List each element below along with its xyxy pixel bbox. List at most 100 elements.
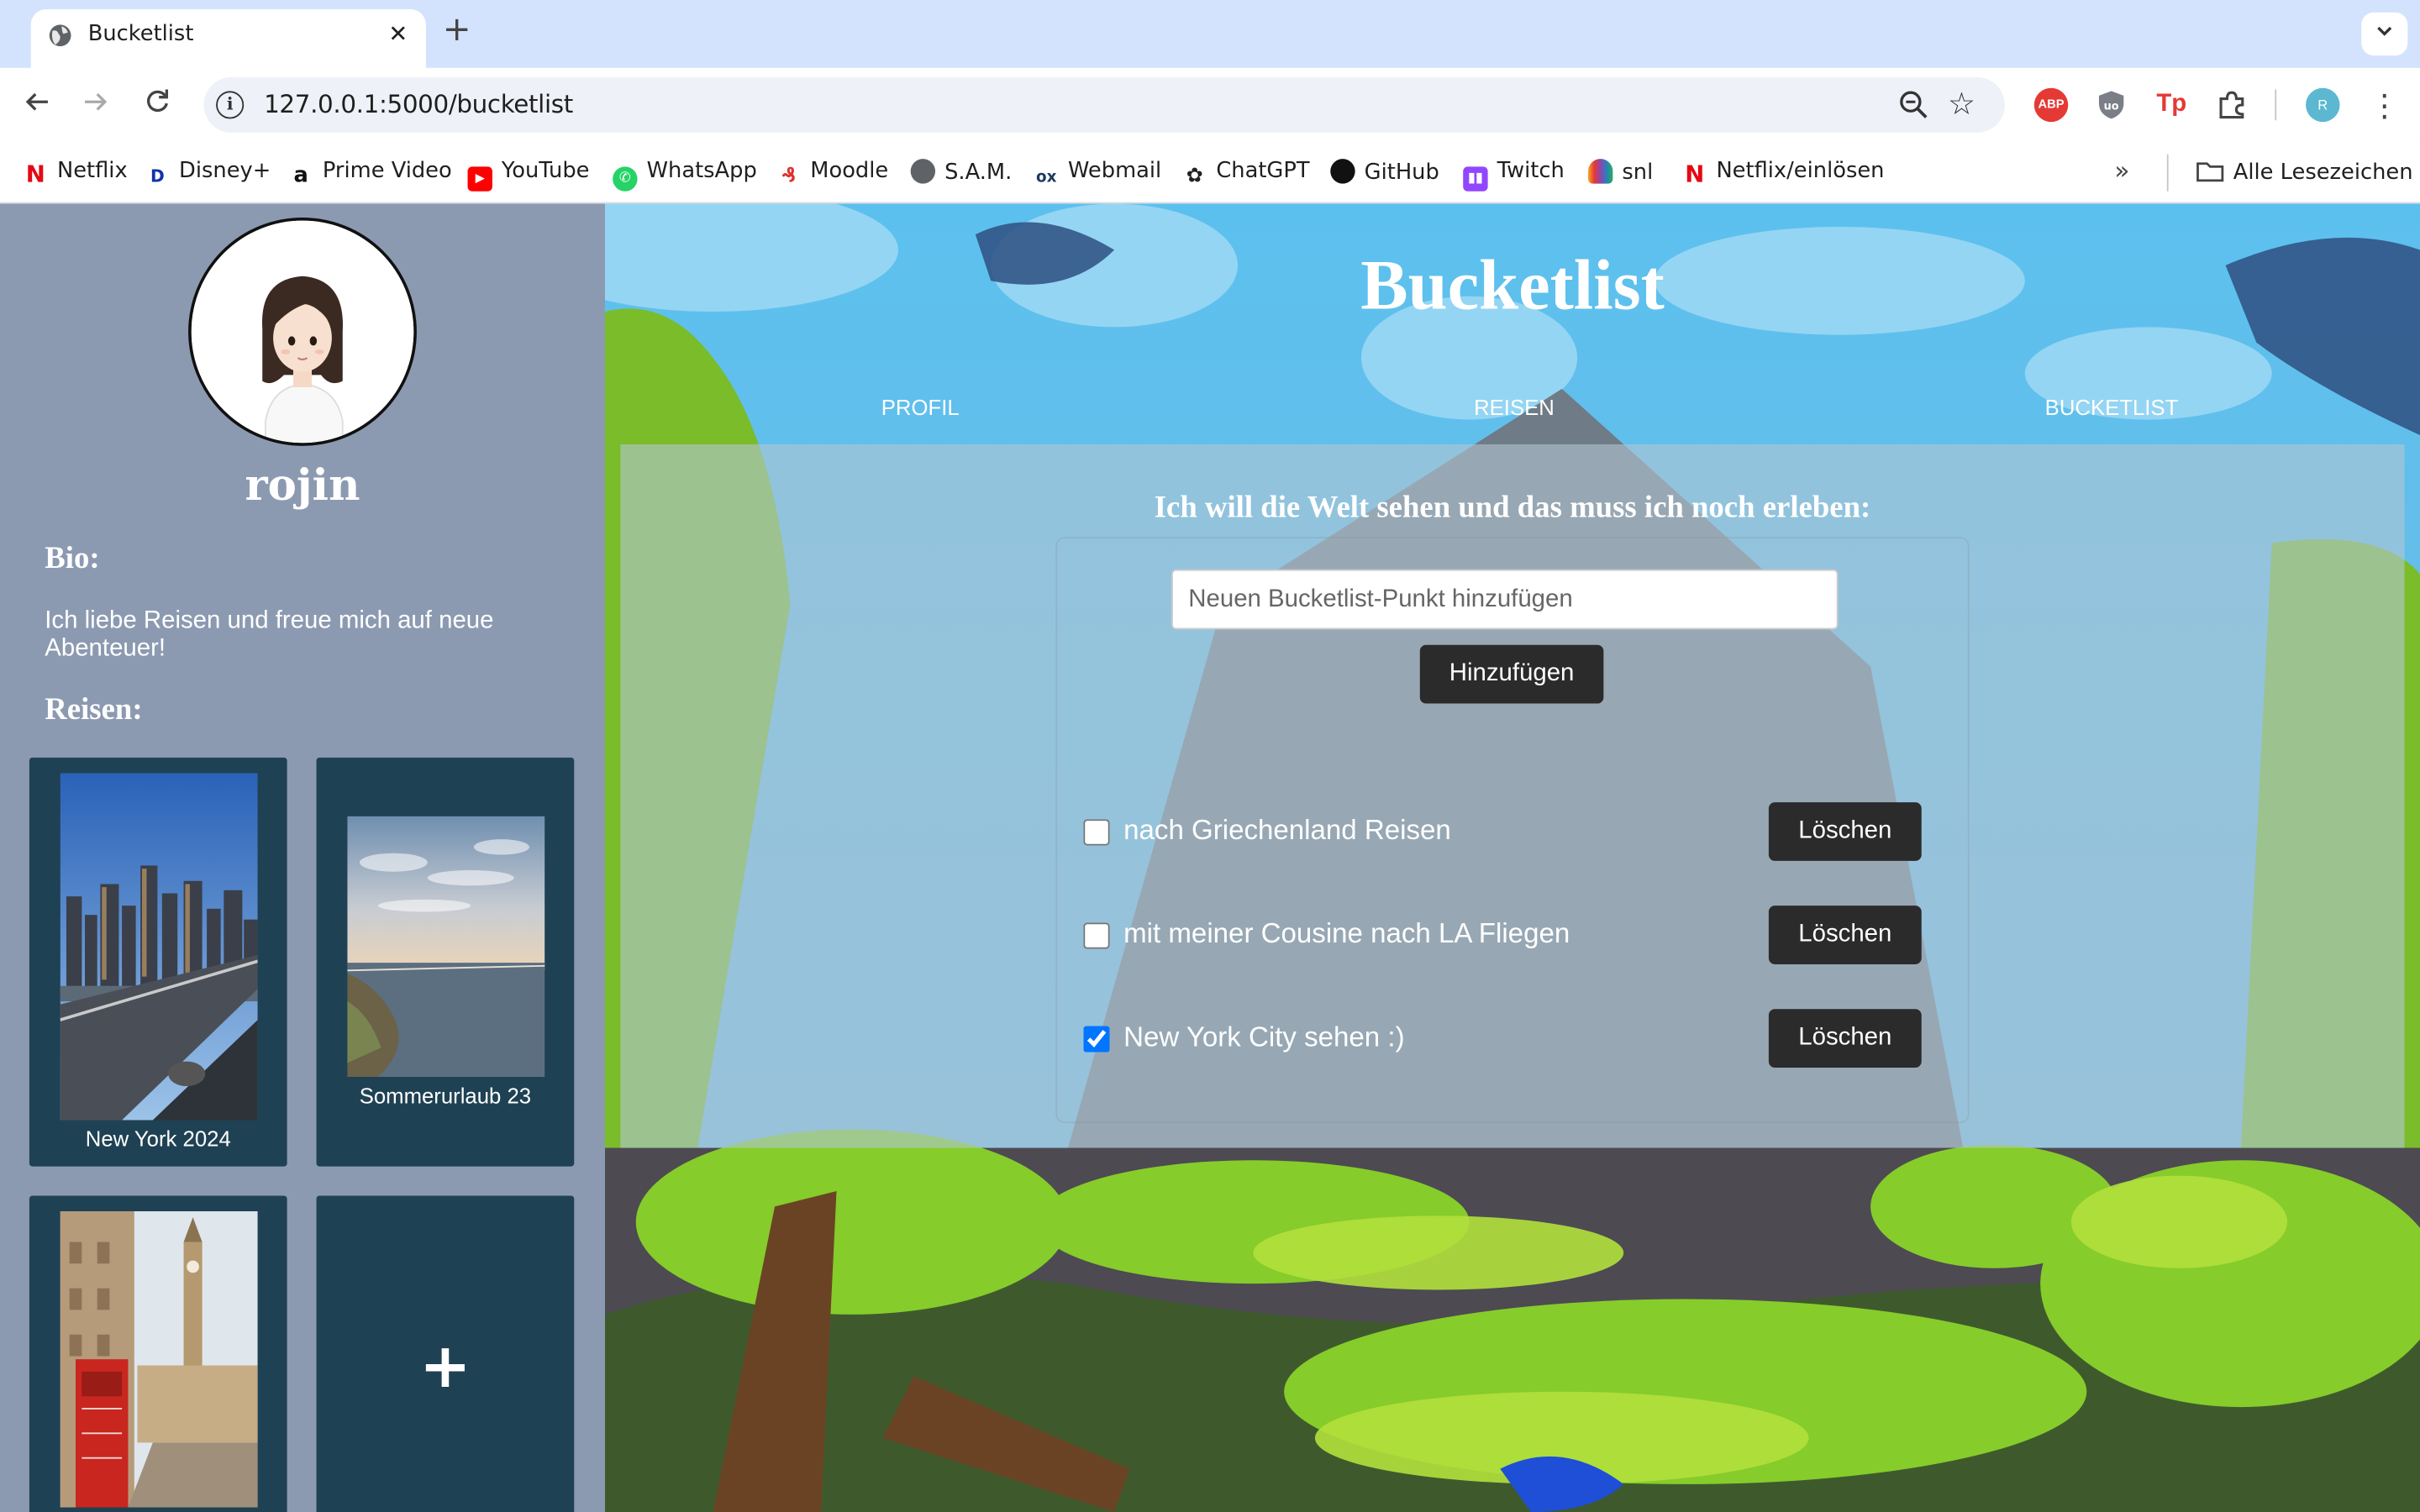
toolbar-divider (2275, 89, 2277, 121)
profile-sidebar: rojin Bio: Ich liebe Reisen und freue mi… (0, 203, 605, 1512)
main-content: Bucketlist PROFIL REISEN BUCKETLIST Ich … (604, 203, 2420, 1512)
bio-text: Ich liebe Reisen und freue mich auf neue… (45, 607, 494, 662)
bucketlist-panel: Ich will die Welt sehen und das muss ich… (620, 444, 2405, 1148)
disney-icon: D (150, 166, 165, 187)
puzzle-icon (2219, 91, 2244, 119)
twitch-icon: ▮▮ (1463, 166, 1488, 192)
ox-icon: ox (1036, 170, 1057, 187)
add-trip-card[interactable]: + (316, 1195, 575, 1512)
item-checkbox[interactable] (1083, 1026, 1110, 1053)
address-bar[interactable]: i 127.0.0.1:5000/bucketlist ☆ (203, 76, 2005, 133)
avatar-illustration (191, 220, 414, 444)
bookmark-github[interactable]: GitHub (1330, 159, 1439, 186)
reload-icon (147, 89, 169, 113)
trip-caption: Sommerurlaub 23 (359, 1083, 532, 1108)
delete-item-button[interactable]: Löschen (1768, 906, 1922, 964)
bookmark-twitch[interactable]: ▮▮ Twitch (1463, 159, 1565, 192)
bookmark-netflix[interactable]: N Netflix (24, 159, 128, 186)
plus-icon: + (419, 1331, 471, 1403)
profile-avatar (188, 217, 417, 446)
bucketlist-item: nach Griechenland Reisen Löschen (1083, 801, 1923, 862)
browser-toolbar: i 127.0.0.1:5000/bucketlist ☆ ABP uo Tp … (0, 67, 2420, 142)
bookmark-whatsapp[interactable]: ✆ WhatsApp (613, 159, 757, 192)
close-tab-icon[interactable]: ✕ (383, 18, 414, 50)
trip-photo-sommerurlaub (347, 816, 545, 1078)
tab-title: Bucketlist (87, 21, 194, 47)
nav-profile[interactable]: PROFIL (881, 395, 960, 419)
bookmark-snl[interactable]: snl (1587, 159, 1653, 186)
bookmark-moodle[interactable]: ₰ Moodle (776, 159, 888, 188)
profile-avatar-button[interactable]: R (2306, 87, 2340, 123)
bucketlist-item: New York City sehen :) Löschen (1083, 1007, 1923, 1068)
moodle-icon: ₰ (781, 165, 796, 189)
username: rojin (245, 459, 360, 511)
youtube-icon: ▶ (467, 166, 492, 192)
trip-card-sommerurlaub[interactable]: Sommerurlaub 23 (316, 757, 575, 1167)
item-checkbox[interactable] (1083, 819, 1110, 846)
nav-trips[interactable]: REISEN (1474, 395, 1555, 419)
folder-icon (2196, 162, 2224, 182)
menu-kebab-icon[interactable]: ⋮ (2369, 85, 2400, 125)
trip-photo-london (60, 1210, 258, 1508)
netflix-icon: N (25, 160, 45, 189)
chatgpt-icon: ✿ (1186, 165, 1203, 189)
reload-button[interactable] (139, 87, 176, 123)
nav-bucketlist[interactable]: BUCKETLIST (2045, 395, 2179, 419)
bookmarks-divider (2166, 154, 2169, 192)
bookmark-star-icon[interactable]: ☆ (1948, 85, 1975, 122)
web-page: rojin Bio: Ich liebe Reisen und freue mi… (0, 203, 2420, 1512)
more-bookmarks-icon[interactable]: » (2114, 156, 2129, 186)
forward-button[interactable] (77, 87, 114, 123)
bio-heading: Bio: (45, 541, 100, 576)
globe-icon (49, 24, 71, 47)
trip-caption: New York 2024 (85, 1126, 231, 1152)
shield-icon: uo (2098, 91, 2124, 119)
site-info-icon[interactable]: i (216, 91, 245, 119)
back-button[interactable] (18, 87, 55, 123)
new-tab-button[interactable]: + (439, 12, 476, 50)
delete-item-button[interactable]: Löschen (1768, 1009, 1922, 1068)
new-item-input[interactable] (1171, 569, 1839, 630)
item-label: nach Griechenland Reisen (1123, 814, 1451, 846)
trip-photo-new-york (60, 773, 258, 1121)
svg-text:uo: uo (2104, 100, 2119, 113)
item-label: mit meiner Cousine nach LA Fliegen (1123, 917, 1570, 949)
netflix-icon: N (1685, 160, 1705, 189)
bookmark-disney[interactable]: D Disney+ (145, 159, 271, 186)
trips-heading: Reisen: (45, 692, 143, 727)
bucketlist-item: mit meiner Cousine nach LA Fliegen Lösch… (1083, 904, 1923, 965)
adblock-plus-icon[interactable]: ABP (2033, 87, 2069, 123)
whatsapp-icon: ✆ (613, 166, 638, 192)
bookmark-prime-video[interactable]: a Prime Video (288, 159, 451, 189)
trip-card-london[interactable] (29, 1195, 287, 1512)
arrow-left-icon (25, 92, 48, 111)
bookmark-webmail[interactable]: ox Webmail (1034, 159, 1161, 186)
item-label: New York City sehen :) (1123, 1021, 1405, 1053)
url-text[interactable]: 127.0.0.1:5000/bucketlist (264, 90, 573, 119)
bookmarks-bar: N Netflix D Disney+ a Prime Video ▶ YouTube … (0, 141, 2420, 204)
tab-bucketlist[interactable]: Bucketlist ✕ (30, 9, 426, 68)
all-bookmarks[interactable]: Alle Lesezeichen (2196, 159, 2413, 185)
chevron-down-icon (2377, 26, 2392, 36)
bookmark-sam[interactable]: S.A.M. (910, 159, 1012, 186)
add-item-button[interactable]: Hinzufügen (1419, 644, 1604, 704)
extensions-button[interactable] (2215, 88, 2249, 122)
page-title: Bucketlist (1360, 245, 1665, 324)
trip-card-new-york[interactable]: New York 2024 (29, 757, 287, 1167)
bookmark-youtube[interactable]: ▶ YouTube (467, 159, 590, 192)
bucketlist-heading: Ich will die Welt sehen und das muss ich… (1154, 491, 1871, 525)
tab-strip: Bucketlist ✕ + (0, 0, 2420, 68)
tp-extension-icon[interactable]: Tp (2154, 88, 2188, 122)
tab-search-button[interactable] (2361, 12, 2408, 56)
amazon-icon: a (293, 163, 308, 189)
globe-icon (910, 159, 936, 184)
arrow-right-icon (85, 92, 108, 111)
bookmark-netflix-redeem[interactable]: N Netflix/einlösen (1682, 159, 1884, 186)
delete-item-button[interactable]: Löschen (1768, 802, 1922, 861)
ublock-icon[interactable]: uo (2094, 88, 2128, 122)
nbc-peacock-icon (1587, 159, 1613, 184)
github-icon (1330, 159, 1355, 184)
zoom-icon[interactable] (1897, 88, 1930, 122)
item-checkbox[interactable] (1083, 922, 1110, 949)
bookmark-chatgpt[interactable]: ✿ ChatGPT (1182, 159, 1310, 188)
